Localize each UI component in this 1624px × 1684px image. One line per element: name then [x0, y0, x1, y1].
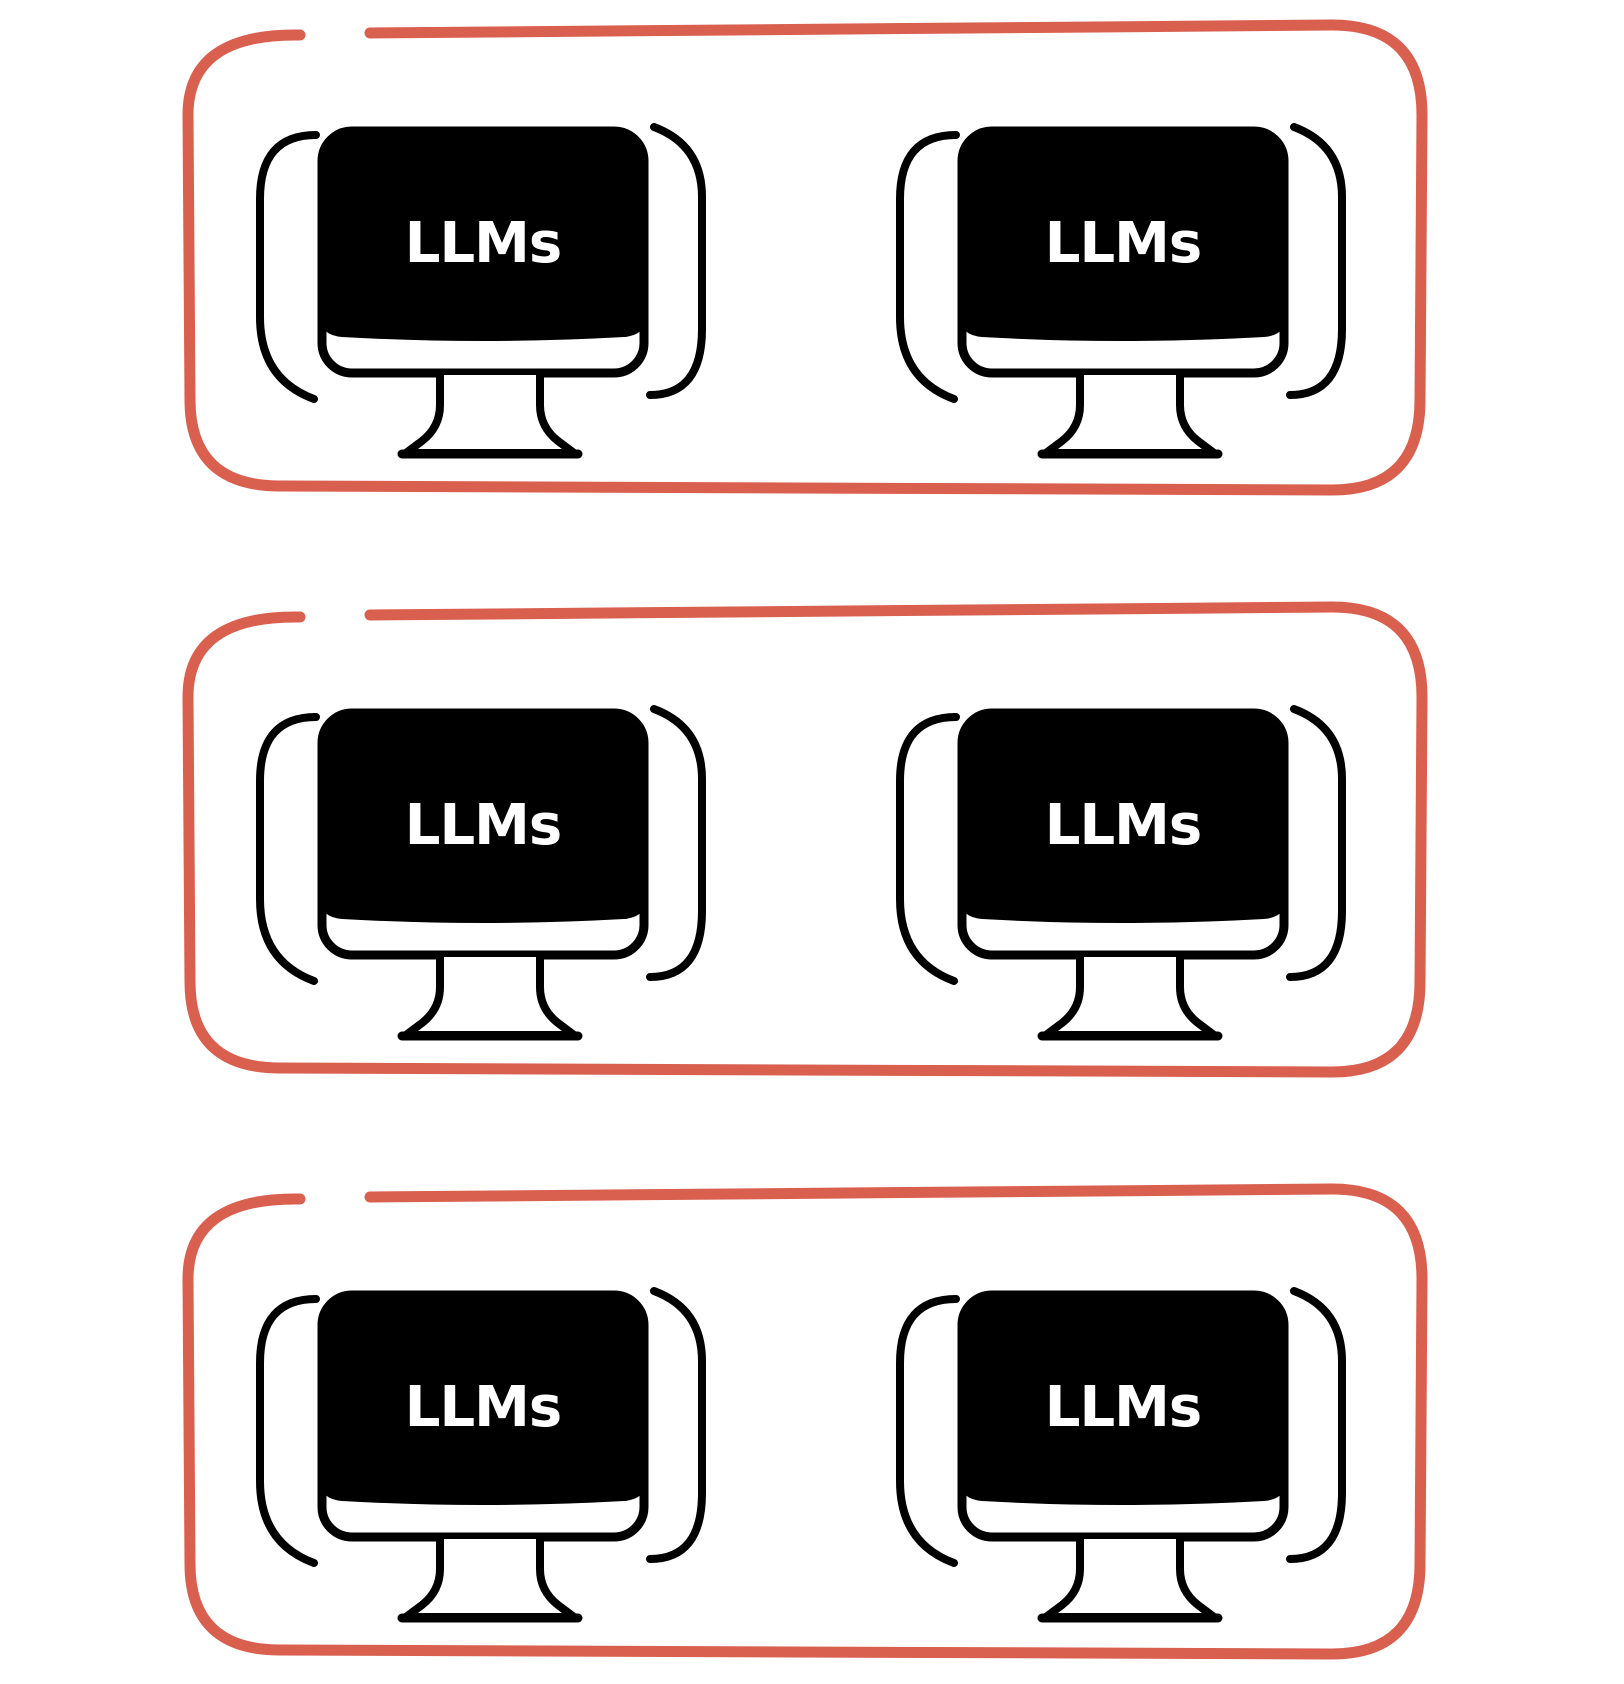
llm-computer: LLMs [896, 705, 1346, 1041]
left-cycle-arrow-icon [896, 1295, 960, 1567]
screen-label: LLMs [1045, 1375, 1201, 1440]
screen-label: LLMs [405, 793, 561, 858]
right-cycle-arrow-icon [646, 1287, 706, 1563]
llm-computer: LLMs [896, 123, 1346, 459]
llm-groups-diagram: LLMs LLMs LLMs LLMs LLMs LLMs [182, 19, 1428, 1660]
left-cycle-arrow-icon [256, 1295, 320, 1567]
screen-label: LLMs [405, 211, 561, 276]
left-cycle-arrow-icon [896, 713, 960, 985]
monitor-stand-icon [402, 1539, 578, 1621]
monitor-stand-icon [402, 375, 578, 457]
llm-computer: LLMs [896, 1287, 1346, 1623]
llm-group: LLMs LLMs [182, 19, 1428, 496]
left-cycle-arrow-icon [256, 713, 320, 985]
llm-computer: LLMs [256, 705, 706, 1041]
monitor-stand-icon [1042, 375, 1218, 457]
screen-label: LLMs [1045, 793, 1201, 858]
right-cycle-arrow-icon [1286, 705, 1346, 981]
screen-label: LLMs [1045, 211, 1201, 276]
left-cycle-arrow-icon [896, 131, 960, 403]
llm-group: LLMs LLMs [182, 1183, 1428, 1660]
screen-label: LLMs [405, 1375, 561, 1440]
llm-computer: LLMs [256, 1287, 706, 1623]
monitor-stand-icon [1042, 957, 1218, 1039]
monitor-stand-icon [402, 957, 578, 1039]
llm-computer: LLMs [256, 123, 706, 459]
right-cycle-arrow-icon [1286, 1287, 1346, 1563]
right-cycle-arrow-icon [646, 123, 706, 399]
llm-group: LLMs LLMs [182, 601, 1428, 1078]
right-cycle-arrow-icon [646, 705, 706, 981]
right-cycle-arrow-icon [1286, 123, 1346, 399]
left-cycle-arrow-icon [256, 131, 320, 403]
monitor-stand-icon [1042, 1539, 1218, 1621]
